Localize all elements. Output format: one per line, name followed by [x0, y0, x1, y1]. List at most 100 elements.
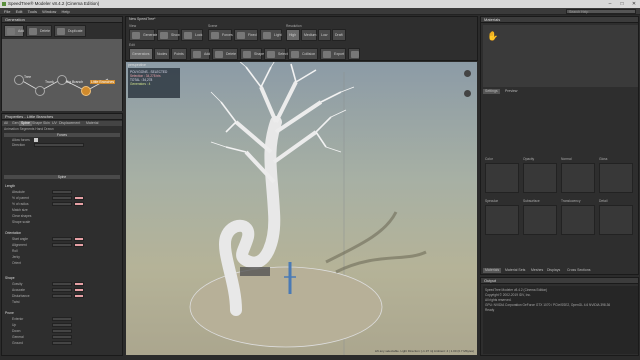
- orientation-header: Orientation: [5, 231, 22, 235]
- fixed-button[interactable]: Fixed: [234, 29, 258, 41]
- generate-button[interactable]: Generate: [129, 29, 158, 41]
- res-draft-button[interactable]: Draft: [332, 29, 346, 41]
- delete-icon: [215, 51, 223, 58]
- texture-slot[interactable]: [485, 163, 519, 193]
- show-button[interactable]: Show: [157, 29, 180, 41]
- spine-header[interactable]: Spine: [4, 175, 120, 179]
- tab-displacement[interactable]: Displacement: [57, 121, 82, 126]
- texture-slot[interactable]: [599, 205, 633, 235]
- search-help-input[interactable]: Search Help: [566, 9, 636, 14]
- generation-panel: Generation Add Delete Duplicate Tree Tru…: [1, 16, 123, 111]
- prop-field[interactable]: [52, 196, 72, 200]
- prop-field[interactable]: [52, 288, 72, 292]
- direction-field[interactable]: [34, 143, 84, 147]
- node-trunk-label: Trunk: [45, 80, 54, 84]
- res-high-button[interactable]: High: [286, 29, 300, 41]
- tab-cross-sections[interactable]: Cross Sections: [565, 268, 593, 273]
- texture-slot[interactable]: [599, 163, 633, 193]
- document-tab[interactable]: New SpeedTree*: [129, 17, 156, 22]
- curve-swatch[interactable]: [74, 237, 84, 241]
- materials-list[interactable]: ✋: [483, 25, 638, 87]
- prop-label: Jerky: [12, 255, 20, 259]
- prop-label: Twist: [12, 300, 20, 304]
- menu-help[interactable]: Help: [61, 9, 69, 14]
- generators-button[interactable]: Generators: [129, 48, 153, 60]
- wrench-icon: [351, 51, 359, 58]
- prop-field[interactable]: [52, 341, 72, 345]
- res-low-button[interactable]: Low: [318, 29, 331, 41]
- extra-tool-button[interactable]: [348, 48, 360, 60]
- texture-slot[interactable]: [561, 205, 595, 235]
- texture-slot[interactable]: [561, 163, 595, 193]
- subtabs[interactable]: Animation Segments Hand Drawn: [4, 127, 54, 132]
- maximize-button[interactable]: □: [616, 0, 628, 8]
- texture-slot[interactable]: [485, 205, 519, 235]
- curve-swatch[interactable]: [74, 202, 84, 206]
- light-button[interactable]: Light: [260, 29, 282, 41]
- tab-material[interactable]: Material: [84, 121, 100, 126]
- points-button[interactable]: Points: [171, 48, 187, 60]
- prop-label: Roll: [12, 249, 18, 253]
- prop-label: Gravity: [12, 282, 23, 286]
- nodes-button[interactable]: Nodes: [154, 48, 170, 60]
- texture-slot[interactable]: [523, 205, 557, 235]
- prop-label: Shape scale: [12, 220, 31, 224]
- prop-field[interactable]: [52, 190, 72, 194]
- prop-label: Exterior: [12, 317, 24, 321]
- prop-field[interactable]: [52, 317, 72, 321]
- menu-window[interactable]: Window: [42, 9, 56, 14]
- prop-field[interactable]: [52, 237, 72, 241]
- generator-graph[interactable]: Tree Trunk Big Branch Little Branches: [2, 39, 122, 111]
- add-button[interactable]: Add: [190, 48, 210, 60]
- add-generator-button[interactable]: Add: [4, 25, 24, 37]
- 3d-viewport[interactable]: perspective POLYGONS - SELECTED Selectio…: [126, 62, 477, 355]
- minimize-button[interactable]: –: [604, 0, 616, 8]
- tab-all[interactable]: All: [2, 121, 10, 126]
- tab-displays[interactable]: Displays: [545, 268, 562, 273]
- tab-material-sets[interactable]: Material Sets: [503, 268, 527, 273]
- prop-field[interactable]: [52, 329, 72, 333]
- res-medium-button[interactable]: Medium: [301, 29, 317, 41]
- tab-meshes[interactable]: Meshes: [529, 268, 545, 273]
- allow-forces-checkbox[interactable]: [34, 138, 38, 142]
- status-bar-text: Lift any selectable. Light Direction: [-…: [374, 349, 474, 353]
- menu-edit[interactable]: Edit: [16, 9, 23, 14]
- duplicate-generator-button[interactable]: Duplicate: [54, 25, 86, 37]
- curve-swatch[interactable]: [74, 288, 84, 292]
- tab-settings[interactable]: Settings: [483, 89, 500, 94]
- tab-preview[interactable]: Preview: [503, 89, 519, 94]
- node-little-branches[interactable]: [81, 86, 91, 96]
- mat-label: Detail: [599, 199, 608, 203]
- tab-materials[interactable]: Materials: [483, 268, 502, 273]
- node-tree[interactable]: [14, 75, 24, 85]
- menu-file[interactable]: File: [4, 9, 10, 14]
- prop-field[interactable]: [52, 282, 72, 286]
- prop-field[interactable]: [52, 294, 72, 298]
- menu-tools[interactable]: Tools: [28, 9, 37, 14]
- output-log[interactable]: SpeedTree Modeler v8.4.2 (Cinema Edition…: [483, 286, 638, 354]
- delete-generator-button[interactable]: Delete: [26, 25, 52, 37]
- select-button[interactable]: Select: [264, 48, 288, 60]
- shape-button[interactable]: Shape: [240, 48, 264, 60]
- prop-label: Accurate: [12, 288, 26, 292]
- curve-swatch[interactable]: [74, 282, 84, 286]
- prop-field[interactable]: [52, 323, 72, 327]
- prop-field[interactable]: [52, 335, 72, 339]
- forces-button[interactable]: Forces: [208, 29, 233, 41]
- menu-bar: File Edit Tools Window Help: [0, 8, 640, 15]
- lock-button[interactable]: Lock: [181, 29, 203, 41]
- close-button[interactable]: ✕: [628, 0, 640, 8]
- export-button[interactable]: Export: [320, 48, 346, 60]
- collision-button[interactable]: Collision: [288, 48, 318, 60]
- delete-button[interactable]: Delete: [212, 48, 238, 60]
- prop-field[interactable]: [52, 202, 72, 206]
- node-trunk[interactable]: [35, 86, 45, 96]
- prop-field[interactable]: [52, 243, 72, 247]
- texture-slot[interactable]: [523, 163, 557, 193]
- curve-swatch[interactable]: [74, 294, 84, 298]
- forces-header[interactable]: Forces: [4, 133, 120, 137]
- output-panel: Output SpeedTree Modeler v8.4.2 (Cinema …: [480, 277, 639, 356]
- curve-swatch[interactable]: [74, 243, 84, 247]
- prop-label: Alignment: [12, 243, 27, 247]
- curve-swatch[interactable]: [74, 196, 84, 200]
